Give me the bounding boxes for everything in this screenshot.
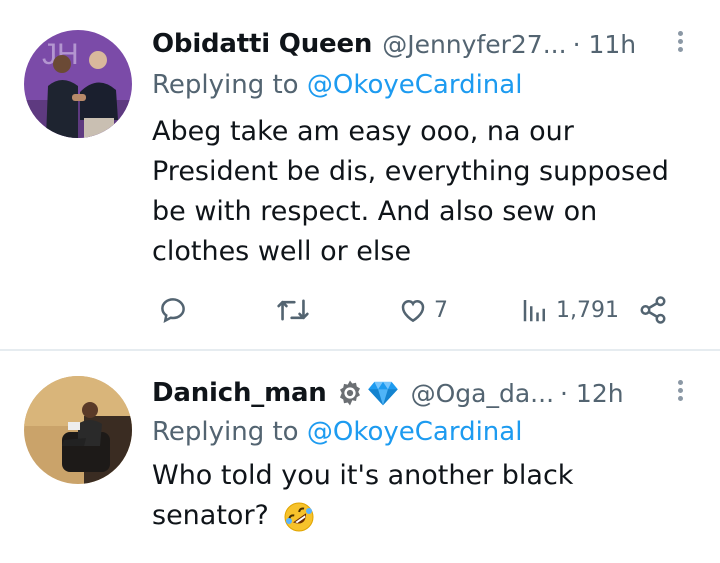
display-name[interactable]: Obidatti Queen	[152, 29, 372, 59]
retweet-icon	[277, 299, 309, 321]
share-button[interactable]	[638, 290, 668, 330]
views-button[interactable]: 1,791	[520, 290, 619, 330]
share-icon	[640, 296, 666, 324]
timestamp[interactable]: · 12h	[560, 379, 624, 408]
heart-icon	[401, 299, 425, 323]
more-options-icon[interactable]	[670, 28, 690, 58]
tweet-text: Who told you it's another black senator?	[152, 460, 574, 531]
analytics-icon	[523, 300, 545, 322]
tweet-text-container: Who told you it's another black senator?	[152, 456, 592, 536]
like-count: 7	[434, 297, 448, 323]
tweet-header: Danich_man @Oga_da... · 12h	[152, 375, 696, 411]
action-bar: 7 1,791	[152, 290, 672, 330]
replying-to-mention[interactable]: @OkoyeCardinal	[307, 70, 523, 100]
user-handle[interactable]: @Jennyfer27...	[382, 30, 566, 59]
replying-to: Replying to @OkoyeCardinal	[152, 70, 522, 100]
reply-icon	[161, 298, 185, 323]
display-name[interactable]: Danich_man	[152, 378, 327, 408]
reply-button[interactable]	[158, 290, 188, 330]
more-options-icon[interactable]	[670, 377, 690, 407]
tweet[interactable]: JH Obidatti Queen @Jennyfer27... · 11h R…	[0, 0, 720, 350]
tweet-header: Obidatti Queen @Jennyfer27... · 11h	[152, 26, 696, 62]
avatar[interactable]: JH	[24, 30, 132, 138]
retweet-button[interactable]	[276, 290, 310, 330]
rolling-laughing-emoji	[284, 502, 314, 531]
gear-icon	[339, 380, 360, 406]
avatar[interactable]	[24, 376, 132, 484]
tweet-text: Abeg take am easy ooo, na our President …	[152, 116, 669, 267]
replying-prefix: Replying to	[152, 417, 299, 447]
profile-badges	[335, 378, 401, 408]
tweet[interactable]: Danich_man @Oga_da... · 12h Replying to …	[0, 351, 720, 563]
timestamp[interactable]: · 11h	[573, 30, 637, 59]
gem-icon	[367, 381, 398, 406]
replying-to-mention[interactable]: @OkoyeCardinal	[307, 417, 523, 447]
like-button[interactable]: 7	[398, 290, 448, 330]
replying-to: Replying to @OkoyeCardinal	[152, 417, 522, 447]
user-handle[interactable]: @Oga_da...	[411, 379, 554, 408]
replying-prefix: Replying to	[152, 70, 299, 100]
view-count: 1,791	[556, 297, 619, 323]
